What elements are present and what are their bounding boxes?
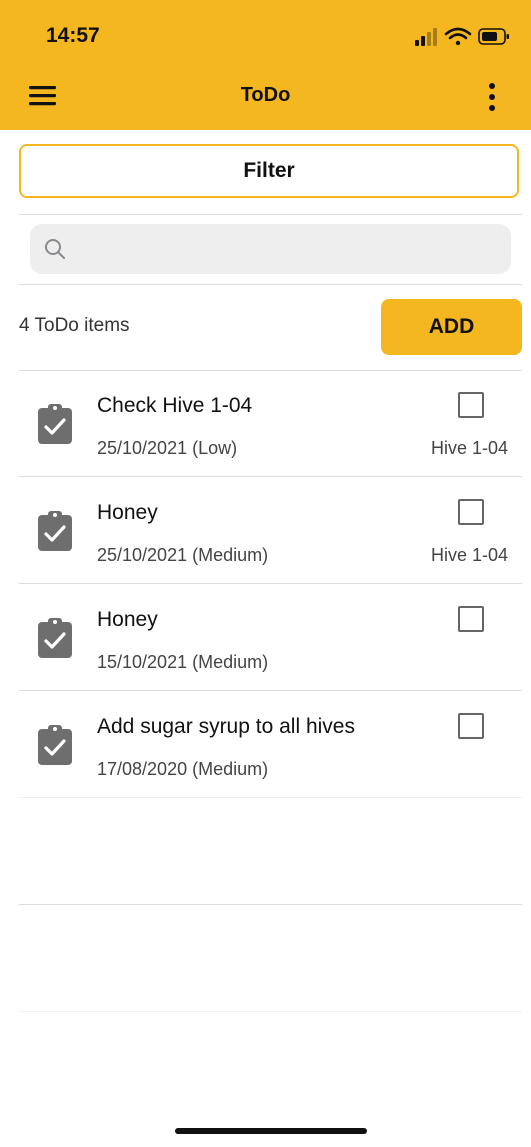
status-icons [415, 27, 509, 46]
item-hive: Hive 1-04 [430, 438, 508, 458]
list-item[interactable]: Honey 25/10/2021 (Medium) Hive 1-04 [0, 477, 531, 584]
filter-button[interactable]: Filter [19, 144, 519, 198]
search-bar[interactable] [30, 224, 511, 274]
clipboard-check-icon [38, 725, 72, 765]
complete-checkbox[interactable] [458, 606, 484, 632]
more-vertical-icon [489, 83, 495, 111]
divider [19, 284, 522, 285]
list-item[interactable]: Honey 15/10/2021 (Medium) [0, 584, 531, 691]
clipboard-check-icon [38, 511, 72, 551]
battery-icon [478, 28, 509, 45]
divider [19, 214, 522, 215]
item-hive: Hive 1-04 [430, 545, 508, 565]
search-icon [45, 239, 65, 259]
todo-list: Check Hive 1-04 25/10/2021 (Low) Hive 1-… [0, 370, 531, 1012]
item-title: Check Hive 1-04 [97, 394, 253, 417]
empty-row [0, 905, 531, 1012]
item-date-priority: 15/10/2021 (Medium) [97, 652, 269, 672]
wifi-icon [444, 27, 472, 46]
complete-checkbox[interactable] [458, 392, 484, 418]
item-title: Honey [97, 608, 158, 631]
complete-checkbox[interactable] [458, 713, 484, 739]
clipboard-check-icon [38, 618, 72, 658]
complete-checkbox[interactable] [458, 499, 484, 525]
item-title: Add sugar syrup to all hives [97, 715, 355, 738]
status-time: 14:57 [46, 24, 100, 47]
divider [19, 1011, 522, 1012]
more-options-button[interactable] [482, 80, 502, 114]
item-count: 4 ToDo items [19, 315, 130, 336]
signal-icon [415, 28, 437, 46]
list-item[interactable]: Add sugar syrup to all hives 17/08/2020 … [0, 691, 531, 798]
item-date-priority: 25/10/2021 (Medium) [97, 545, 269, 565]
home-indicator[interactable] [175, 1128, 367, 1134]
empty-row [0, 798, 531, 905]
search-input[interactable] [74, 237, 511, 261]
page-title: ToDo [240, 84, 291, 106]
item-date-priority: 17/08/2020 (Medium) [97, 759, 269, 779]
item-date-priority: 25/10/2021 (Low) [97, 438, 238, 458]
item-title: Honey [97, 501, 158, 524]
app-header: 14:57 ToDo [0, 0, 531, 130]
list-item[interactable]: Check Hive 1-04 25/10/2021 (Low) Hive 1-… [0, 370, 531, 477]
add-button[interactable]: ADD [381, 299, 522, 355]
clipboard-check-icon [38, 404, 72, 444]
